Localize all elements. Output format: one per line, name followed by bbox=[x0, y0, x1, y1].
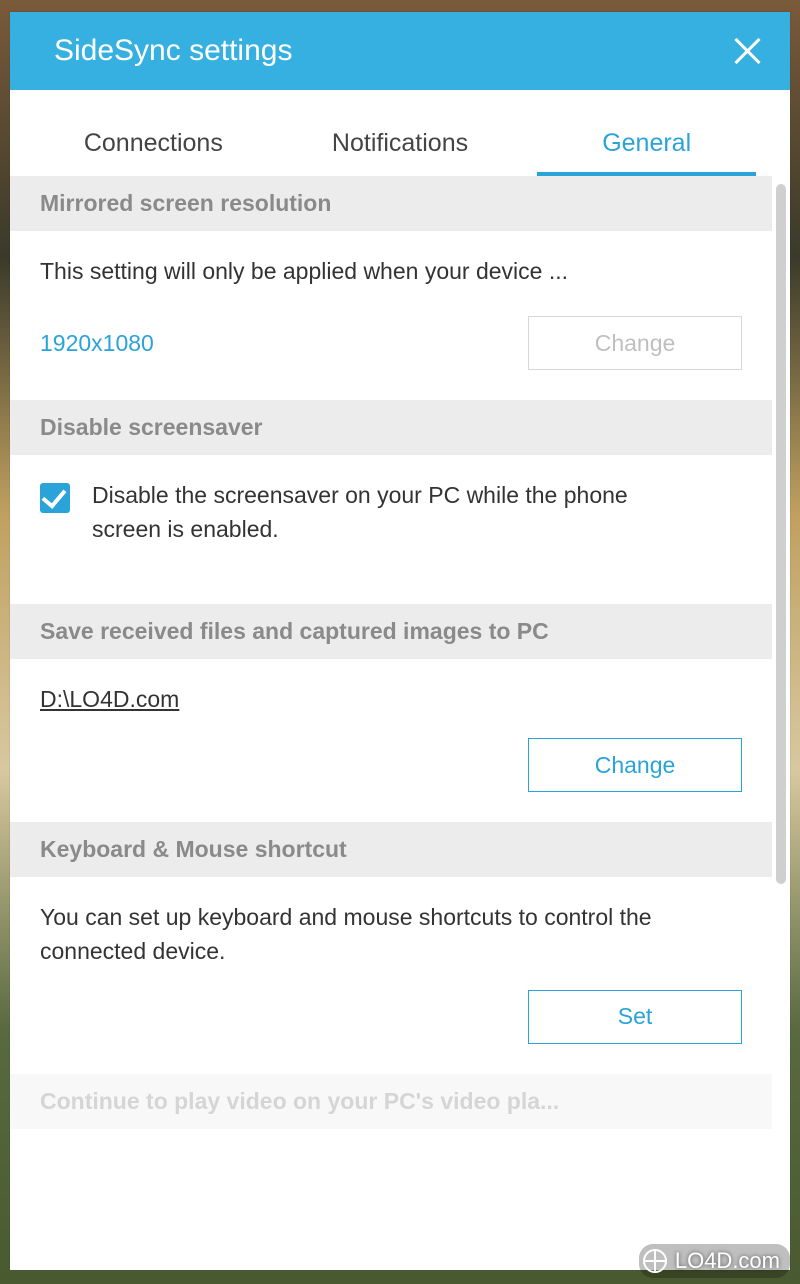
section-body-shortcut: You can set up keyboard and mouse shortc… bbox=[10, 877, 772, 1074]
tab-general[interactable]: General bbox=[523, 101, 770, 176]
save-path-value: D:\LO4D.com bbox=[40, 683, 742, 716]
settings-window: SideSync settings Connections Notificati… bbox=[10, 12, 790, 1270]
tab-notifications[interactable]: Notifications bbox=[277, 101, 524, 176]
shortcut-description: You can set up keyboard and mouse shortc… bbox=[40, 901, 660, 968]
desktop-background: SideSync settings Connections Notificati… bbox=[0, 0, 800, 1284]
section-header-continue-video: Continue to play video on your PC's vide… bbox=[10, 1074, 772, 1129]
section-header-screensaver: Disable screensaver bbox=[10, 400, 772, 455]
titlebar: SideSync settings bbox=[10, 12, 790, 90]
resolution-description: This setting will only be applied when y… bbox=[40, 255, 742, 288]
change-resolution-button[interactable]: Change bbox=[528, 316, 742, 370]
section-header-savepath: Save received files and captured images … bbox=[10, 604, 772, 659]
change-savepath-button[interactable]: Change bbox=[528, 738, 742, 792]
watermark: LO4D.com bbox=[639, 1244, 790, 1278]
section-body-savepath: D:\LO4D.com Change bbox=[10, 659, 772, 822]
disable-screensaver-checkbox[interactable] bbox=[40, 483, 70, 513]
content-area: Mirrored screen resolution This setting … bbox=[10, 176, 790, 1270]
section-header-shortcut: Keyboard & Mouse shortcut bbox=[10, 822, 772, 877]
section-body-resolution: This setting will only be applied when y… bbox=[10, 231, 772, 400]
globe-icon bbox=[643, 1249, 667, 1273]
scrollbar-thumb[interactable] bbox=[776, 184, 786, 884]
watermark-text: LO4D.com bbox=[675, 1248, 780, 1274]
close-icon[interactable] bbox=[732, 36, 762, 66]
window-title: SideSync settings bbox=[54, 34, 292, 68]
section-header-resolution: Mirrored screen resolution bbox=[10, 176, 772, 231]
set-shortcut-button[interactable]: Set bbox=[528, 990, 742, 1044]
scroll-content: Mirrored screen resolution This setting … bbox=[10, 176, 772, 1270]
resolution-value: 1920x1080 bbox=[40, 327, 154, 360]
section-body-screensaver: Disable the screensaver on your PC while… bbox=[10, 455, 772, 576]
tabs: Connections Notifications General bbox=[10, 90, 790, 176]
tab-connections[interactable]: Connections bbox=[30, 101, 277, 176]
disable-screensaver-label: Disable the screensaver on your PC while… bbox=[92, 479, 652, 546]
